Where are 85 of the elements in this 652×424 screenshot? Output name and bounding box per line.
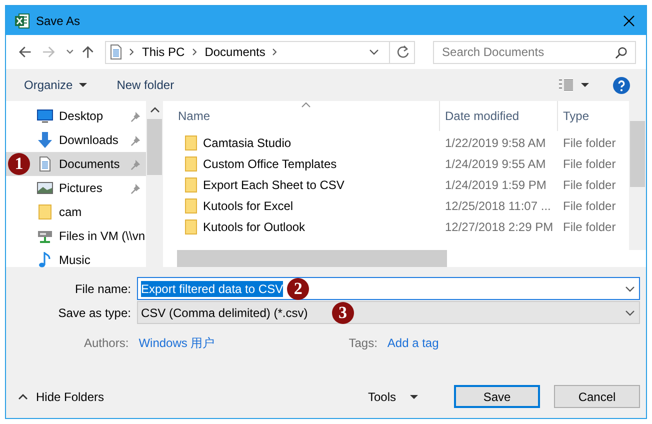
file-name-field[interactable]: Export filtered data to CSV 2	[137, 277, 640, 300]
column-header[interactable]: Date modified	[440, 101, 558, 131]
help-icon[interactable]	[613, 76, 630, 94]
file-name: Export Each Sheet to CSV	[203, 178, 344, 192]
callout-marker: 2	[287, 278, 310, 300]
column-header[interactable]: Name	[163, 101, 440, 131]
file-row[interactable]: Camtasia Studio 1/22/2019 9:58 AM File folder	[163, 132, 626, 153]
sidebar-item[interactable]: Music	[6, 248, 146, 272]
dialog-button[interactable]: Cancel	[554, 385, 640, 408]
file-type-dropdown[interactable]: CSV (Comma delimited) (*.csv) 3	[137, 301, 640, 324]
organize-menu-button[interactable]: Organize	[18, 75, 93, 95]
date-cell-text: 12/25/2018 11:07 ...	[444, 198, 552, 212]
file-row[interactable]: Kutools for Excel 12/25/2018 11:07 ... File folder	[163, 195, 626, 216]
type-cell-text: File folder	[562, 156, 617, 170]
breadcrumb[interactable]: This PC	[142, 45, 185, 59]
down-arrow-icon	[37, 132, 53, 148]
chevron-right-icon	[128, 47, 136, 57]
tools-menu-button[interactable]: Tools	[362, 388, 424, 404]
hide-folders-button[interactable]: Hide Folders	[18, 390, 104, 404]
type-cell-text: File folder	[562, 198, 617, 212]
view-options-icon[interactable]	[559, 79, 573, 91]
dropdown-arrow-icon[interactable]	[581, 82, 589, 88]
document-icon	[37, 156, 53, 172]
folder-icon	[37, 204, 53, 220]
chevron-up-icon	[18, 394, 28, 400]
column-header[interactable]: Type	[558, 101, 626, 131]
dialog-button[interactable]: Save	[454, 385, 540, 408]
sidebar-item[interactable]: Desktop	[6, 104, 146, 128]
file-name: Kutools for Outlook	[203, 220, 306, 234]
close-icon[interactable]	[623, 14, 635, 26]
type-cell-text: File folder	[562, 136, 617, 150]
search-icon	[615, 46, 628, 58]
back-arrow-icon[interactable]	[18, 45, 32, 59]
scrollbar[interactable]	[629, 101, 646, 250]
date-cell-text: 1/24/2019 1:59 PM	[444, 178, 548, 192]
field-label: File name:	[74, 282, 132, 296]
file-row[interactable]: Custom Office Templates 1/24/2019 9:55 AM File folder	[163, 153, 626, 174]
up-arrow-icon[interactable]	[81, 45, 96, 59]
search-field[interactable]: Search Documents	[433, 40, 636, 64]
file-name: Kutools for Excel	[203, 198, 294, 212]
sidebar-item[interactable]: Downloads	[6, 128, 146, 152]
document-icon	[110, 44, 122, 60]
horizontal-scrollbar[interactable]	[177, 250, 447, 267]
type-cell-text: File folder	[562, 178, 617, 192]
breadcrumb[interactable]: Documents	[204, 45, 266, 59]
chevron-down-icon	[625, 308, 635, 318]
authors-label: Authors:	[84, 336, 129, 350]
spreadsheet-app-icon	[14, 12, 30, 28]
authors-link[interactable]: Windows 用户	[138, 334, 215, 352]
file-name: Custom Office Templates	[203, 156, 337, 170]
sidebar-item[interactable]: Pictures	[6, 176, 146, 200]
add-tag-link[interactable]: Add a tag	[387, 336, 439, 350]
sidebar-item[interactable]: Files in VM (\\vn	[6, 224, 146, 248]
new-folder-button[interactable]: New folder	[110, 75, 180, 95]
caret-icon	[410, 394, 418, 400]
date-cell-text: 12/27/2018 2:29 PM	[444, 220, 554, 234]
window-title: Save As	[36, 14, 80, 28]
file-name: Camtasia Studio	[203, 136, 292, 150]
picture-icon	[37, 180, 53, 196]
music-note-icon	[37, 252, 53, 268]
sort-caret-icon	[301, 102, 311, 108]
field-label: Save as type:	[57, 306, 132, 320]
type-cell-text: File folder	[562, 220, 617, 234]
caret-icon	[78, 82, 87, 88]
folder-icon	[185, 218, 197, 234]
date-cell-text: 1/22/2019 9:58 AM	[444, 136, 547, 150]
tags-label: Tags:	[348, 336, 378, 350]
sidebar-item[interactable]: cam	[6, 200, 146, 224]
callout-marker: 3	[332, 302, 354, 324]
chevron-down-icon	[625, 284, 635, 294]
folder-icon	[185, 156, 197, 172]
scroll-up-icon[interactable]	[150, 107, 160, 113]
date-cell-text: 1/24/2019 9:55 AM	[444, 156, 547, 170]
chevron-right-icon	[190, 47, 199, 57]
chevron-right-icon	[271, 47, 280, 57]
file-row[interactable]: Export Each Sheet to CSV 1/24/2019 1:59 PM File folder	[163, 174, 626, 195]
network-drive-icon	[37, 228, 53, 244]
folder-icon	[185, 176, 197, 192]
monitor-icon	[37, 108, 53, 124]
file-row[interactable]: Kutools for Outlook 12/27/2018 2:29 PM File folder	[163, 216, 626, 237]
refresh-icon[interactable]	[396, 45, 410, 59]
chevron-down-icon[interactable]	[369, 47, 380, 57]
folder-icon	[185, 134, 197, 150]
address-bar[interactable]: This PC Documents	[105, 40, 416, 64]
folder-icon	[185, 198, 197, 214]
